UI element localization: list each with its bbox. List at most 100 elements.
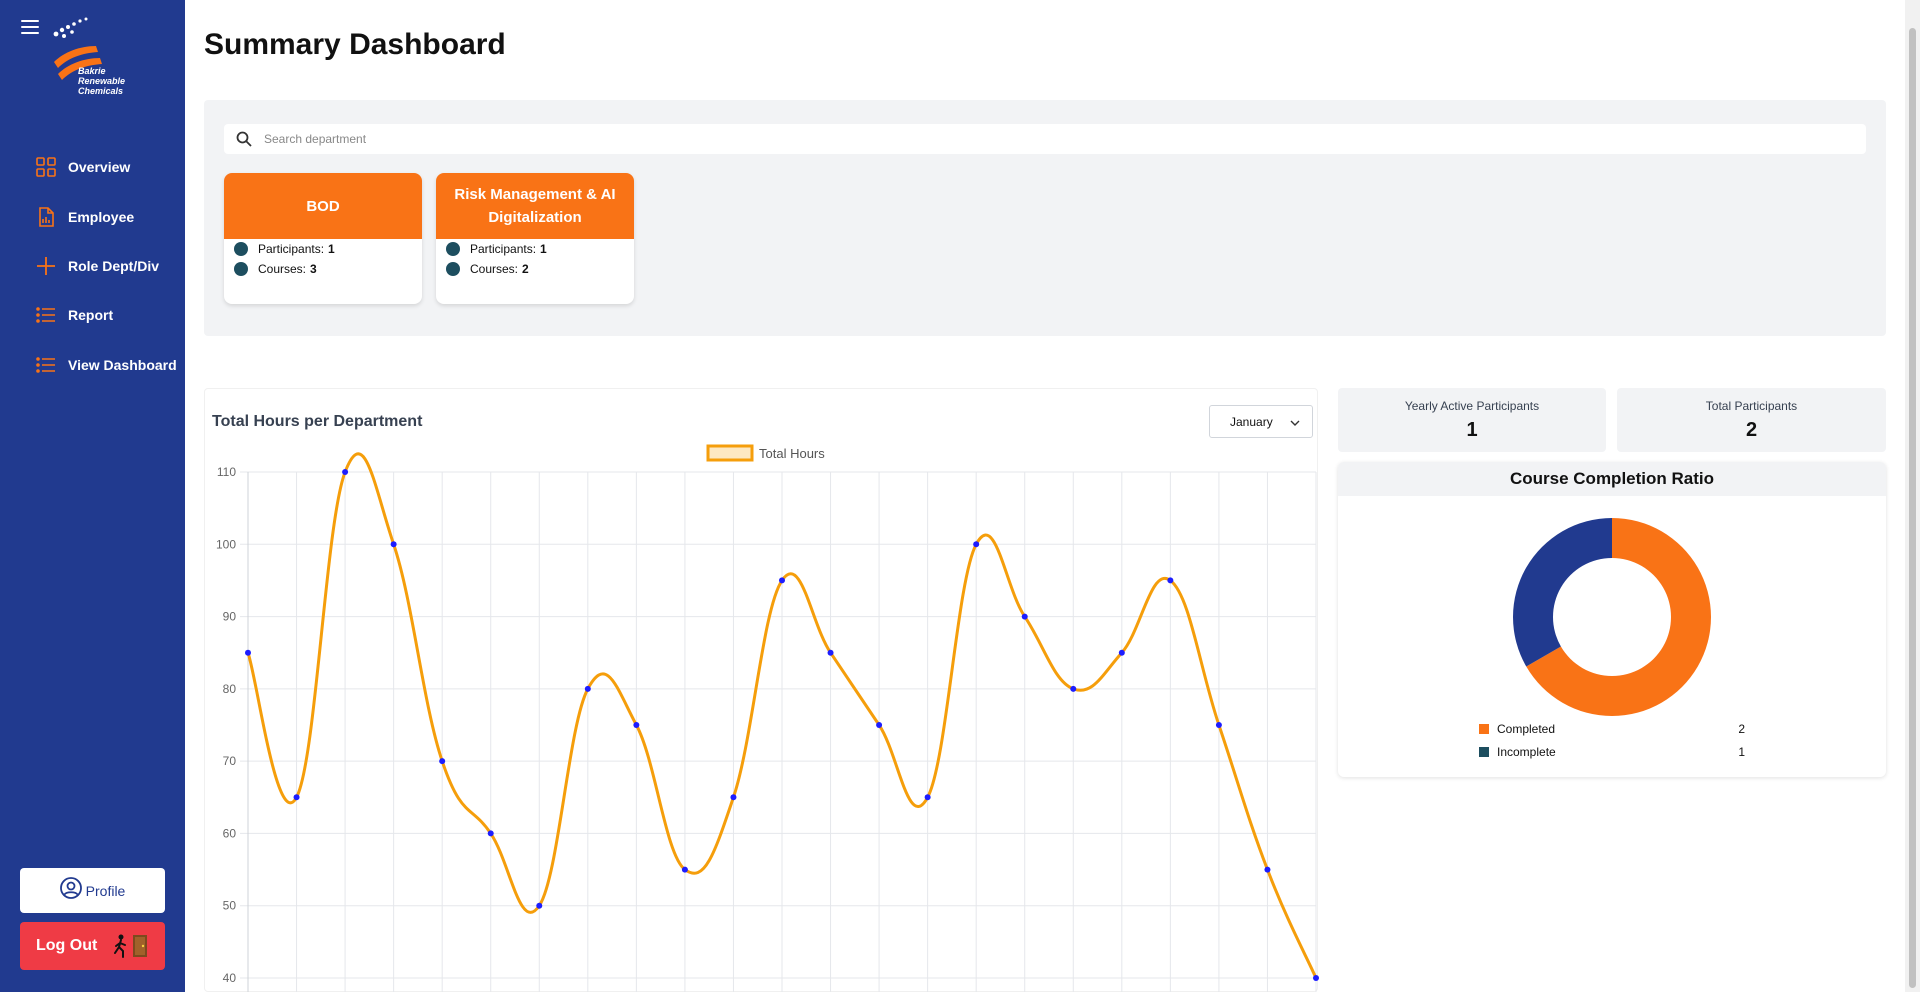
data-point xyxy=(245,649,251,656)
data-point xyxy=(633,722,640,728)
sidebar-item-report[interactable]: Report xyxy=(36,302,113,328)
participants-row: Participants: 1 xyxy=(446,239,634,259)
yearly-active-participants-card: Yearly Active Participants 1 xyxy=(1338,388,1606,452)
sidebar: Bakrie Renewable Chemicals Overview Empl… xyxy=(0,0,185,992)
exit-door-icon xyxy=(113,933,151,959)
data-point xyxy=(390,541,397,548)
search-icon xyxy=(236,131,252,147)
sidebar-item-view-dashboard[interactable]: View Dashboard xyxy=(36,352,177,378)
profile-label: Profile xyxy=(85,882,126,899)
y-tick-label: 50 xyxy=(223,899,237,913)
donut-slice-incomplete xyxy=(1513,518,1612,667)
sidebar-item-role-dept-div[interactable]: Role Dept/Div xyxy=(36,253,159,279)
courses-count: 3 xyxy=(310,262,317,276)
course-completion-card: Course Completion Ratio Completed 2 Inco… xyxy=(1338,462,1886,777)
data-point xyxy=(1021,613,1028,620)
search-input[interactable] xyxy=(264,132,1764,146)
data-point xyxy=(1215,722,1222,728)
logout-label: Log Out xyxy=(36,937,98,954)
participants-count: 1 xyxy=(328,242,335,256)
legend-label: Incomplete xyxy=(1497,745,1556,759)
hours-chart-card: Total Hours per Department January Total… xyxy=(204,388,1319,992)
list-icon xyxy=(36,305,56,325)
legend-swatch xyxy=(1479,724,1489,734)
stat-value: 1 xyxy=(1466,419,1478,441)
page-title: Summary Dashboard xyxy=(204,28,506,61)
legend-completed[interactable]: Completed 2 xyxy=(1479,719,1745,739)
data-point xyxy=(536,902,543,909)
data-point xyxy=(1167,577,1174,584)
logo-line-2: Renewable xyxy=(78,76,126,86)
logo-line-3: Chemicals xyxy=(78,86,124,96)
profile-button[interactable]: Profile xyxy=(20,868,165,913)
participants-icon xyxy=(446,242,460,256)
department-panel: BOD Participants: 1 Courses: 3 Risk Mana… xyxy=(204,100,1886,336)
legend-incomplete[interactable]: Incomplete 1 xyxy=(1479,742,1745,762)
sidebar-item-label: Role Dept/Div xyxy=(68,258,160,274)
scrollbar-thumb[interactable] xyxy=(1909,28,1916,988)
participants-label: Participants: xyxy=(470,242,537,256)
logout-button[interactable]: Log Out xyxy=(20,922,165,970)
stat-label: Yearly Active Participants xyxy=(1404,399,1540,413)
courses-row: Courses: 2 xyxy=(446,259,634,279)
chart-legend: Total Hours xyxy=(706,444,825,462)
y-tick-label: 90 xyxy=(223,610,237,624)
courses-icon xyxy=(234,262,248,276)
sidebar-item-label: Report xyxy=(68,307,114,323)
participants-count: 1 xyxy=(540,242,547,256)
page-scrollbar[interactable] xyxy=(1905,0,1920,992)
courses-row: Courses: 3 xyxy=(234,259,422,279)
legend-value: 1 xyxy=(1738,745,1745,759)
plus-icon xyxy=(36,256,56,276)
data-point xyxy=(827,649,834,656)
document-chart-icon xyxy=(36,207,56,227)
data-point xyxy=(730,794,737,801)
completion-donut-chart xyxy=(1513,518,1711,716)
legend-label: Completed xyxy=(1497,722,1556,736)
stat-value: 2 xyxy=(1745,419,1758,441)
participants-icon xyxy=(234,242,248,256)
data-point xyxy=(293,794,300,801)
data-point xyxy=(1313,975,1319,981)
data-point xyxy=(876,722,883,728)
participants-label: Participants: xyxy=(258,242,325,256)
courses-count: 2 xyxy=(522,262,529,276)
logo-text: Bakrie Renewable Chemicals xyxy=(78,66,125,96)
department-card-risk-management[interactable]: Risk Management & AI Digitalization Part… xyxy=(436,173,634,304)
data-point xyxy=(924,794,931,801)
search-bar[interactable] xyxy=(224,124,1866,154)
data-point xyxy=(1264,866,1271,873)
data-point xyxy=(487,830,494,837)
department-name: Risk Management & AI Digitalization xyxy=(436,173,634,239)
list-icon xyxy=(36,355,56,375)
y-tick-label: 70 xyxy=(223,754,237,768)
y-tick-label: 80 xyxy=(223,682,237,696)
y-tick-label: 100 xyxy=(216,537,236,551)
y-tick-label: 60 xyxy=(223,826,237,840)
data-point xyxy=(681,866,688,873)
menu-toggle-icon[interactable] xyxy=(21,20,39,34)
legend-value: 2 xyxy=(1738,722,1745,736)
hours-line-chart: Total Hours 40 50 60 70 80 90 100 110 xyxy=(216,444,1319,992)
sidebar-item-employee[interactable]: Employee xyxy=(36,204,134,230)
courses-label: Courses: xyxy=(470,262,519,276)
department-name: BOD xyxy=(224,173,422,239)
y-tick-label: 40 xyxy=(223,971,237,985)
data-point xyxy=(1118,649,1125,656)
legend-swatch xyxy=(1479,747,1489,757)
participants-row: Participants: 1 xyxy=(234,239,422,259)
department-card-bod[interactable]: BOD Participants: 1 Courses: 3 xyxy=(224,173,422,304)
legend-label: Total Hours xyxy=(759,446,825,461)
user-circle-icon xyxy=(59,877,82,904)
courses-label: Courses: xyxy=(258,262,307,276)
total-participants-card: Total Participants 2 xyxy=(1617,388,1886,452)
sidebar-item-overview[interactable]: Overview xyxy=(36,154,130,180)
y-tick-label: 110 xyxy=(217,465,236,479)
courses-icon xyxy=(446,262,460,276)
completion-title: Course Completion Ratio xyxy=(1338,462,1886,496)
sidebar-item-label: Overview xyxy=(68,159,131,175)
stat-label: Total Participants xyxy=(1705,399,1798,413)
sidebar-item-label: Employee xyxy=(68,209,135,225)
data-point xyxy=(439,758,446,765)
grid-icon xyxy=(36,157,56,177)
